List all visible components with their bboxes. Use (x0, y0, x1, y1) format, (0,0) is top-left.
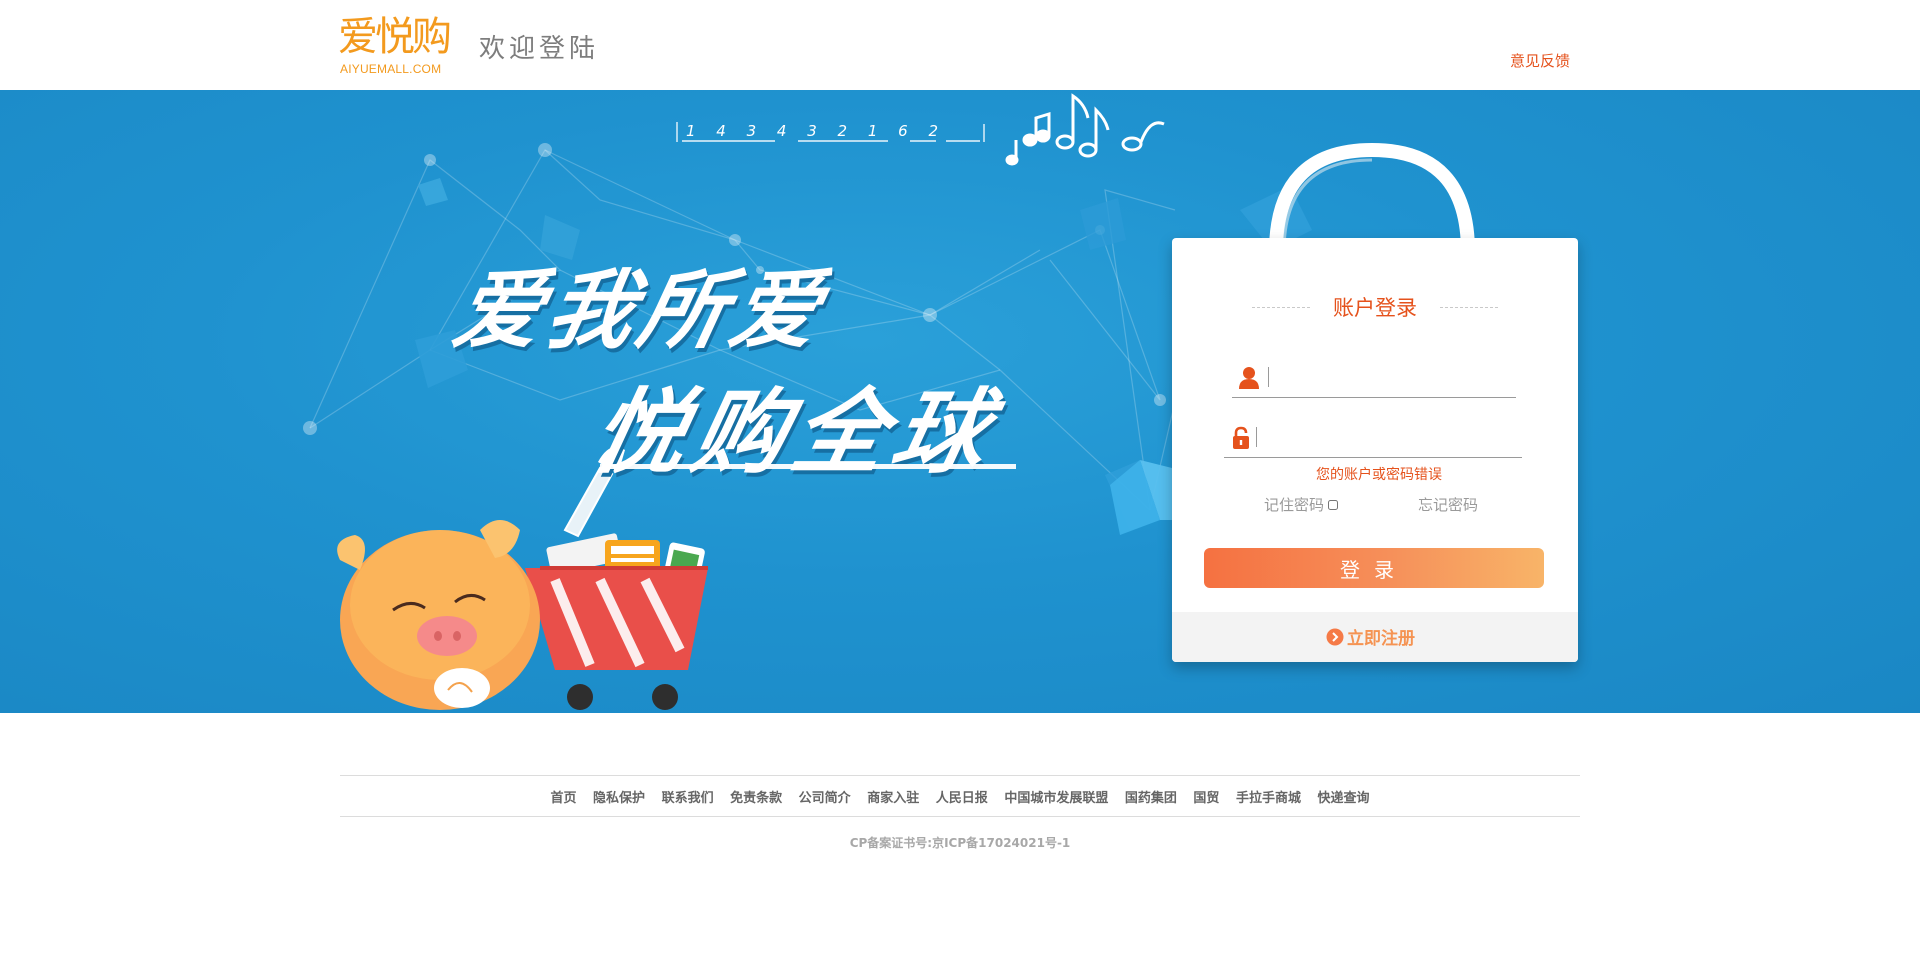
footer-link-privacy[interactable]: 隐私保护 (593, 791, 645, 806)
logo-domain: AIYUEMALL.COM (340, 62, 442, 76)
footer-link-disclaimer[interactable]: 免责条款 (730, 791, 782, 806)
logo[interactable]: 爱悦购 AIYUEMALL.COM (338, 14, 453, 78)
notation-text: 1 4 3 4 3 2 1 6 2 (686, 122, 946, 140)
register-arrow-icon (1326, 628, 1344, 645)
pig-mascot-illustration (337, 520, 540, 710)
username-input[interactable] (1272, 364, 1512, 392)
hero-banner: 1 4 3 4 3 2 1 6 2 爱我所爱 悦购全球 账户登录 您的账户或密码… (0, 90, 1920, 713)
footer-divider-top (340, 775, 1580, 776)
page-title: 欢迎登陆 (479, 34, 600, 64)
footer-divider-bottom (340, 816, 1580, 817)
footer-link-contact[interactable]: 联系我们 (662, 791, 714, 806)
password-field[interactable] (1224, 418, 1522, 458)
login-error-message: 您的账户或密码错误 (1316, 467, 1442, 483)
divider (1252, 307, 1310, 308)
footer-link-about[interactable]: 公司简介 (799, 791, 851, 806)
footer-link-merchant[interactable]: 商家入驻 (867, 791, 919, 806)
login-title: 账户登录 (1319, 292, 1431, 322)
password-input[interactable] (1260, 424, 1514, 452)
remember-password-checkbox[interactable] (1328, 499, 1339, 510)
register-label: 立即注册 (1347, 629, 1415, 649)
login-form: 账户登录 您的账户或密码错误 记住密码 忘记密码 登录 立即注册 (1172, 238, 1578, 662)
header: 爱悦购 AIYUEMALL.COM 欢迎登陆 意见反馈 (0, 0, 1920, 90)
logo-mark: 爱悦购 (338, 14, 452, 60)
forgot-password-link[interactable]: 忘记密码 (1418, 494, 1478, 515)
login-button[interactable]: 登录 (1204, 548, 1544, 588)
input-divider (1256, 427, 1257, 447)
remember-password-label: 记住密码 (1264, 496, 1325, 514)
feedback-link[interactable]: 意见反馈 (1510, 50, 1570, 71)
user-icon (1239, 367, 1259, 389)
footer-link-city-alliance[interactable]: 中国城市发展联盟 (1004, 791, 1108, 806)
footer-link-peoples-daily[interactable]: 人民日报 (936, 791, 988, 806)
register-bar: 立即注册 (1172, 612, 1578, 662)
slogan-line-1: 爱我所爱 (445, 261, 835, 361)
footer-nav: 首页 隐私保护 联系我们 免责条款 公司简介 商家入驻 人民日报 中国城市发展联… (340, 787, 1580, 806)
lock-icon (1233, 426, 1249, 449)
footer-link-home[interactable]: 首页 (550, 791, 576, 806)
shopping-cart-illustration (525, 533, 708, 710)
register-link[interactable]: 立即注册 (1326, 624, 1415, 649)
login-title-row: 账户登录 (1172, 292, 1578, 322)
footer-link-hand-mall[interactable]: 手拉手商城 (1236, 791, 1301, 806)
footer-link-sinopharm[interactable]: 国药集团 (1125, 791, 1177, 806)
divider (1440, 307, 1498, 308)
footer-link-express[interactable]: 快递查询 (1318, 791, 1370, 806)
slogan-underline (600, 464, 1016, 469)
input-divider (1268, 367, 1269, 387)
music-notes-icon (1005, 93, 1165, 166)
footer-link-guomao[interactable]: 国贸 (1193, 791, 1219, 806)
username-field[interactable] (1232, 358, 1516, 398)
copyright: CP备案证书号:京ICP备17024021号-1 (849, 836, 1071, 850)
remember-password[interactable]: 记住密码 (1264, 494, 1339, 515)
